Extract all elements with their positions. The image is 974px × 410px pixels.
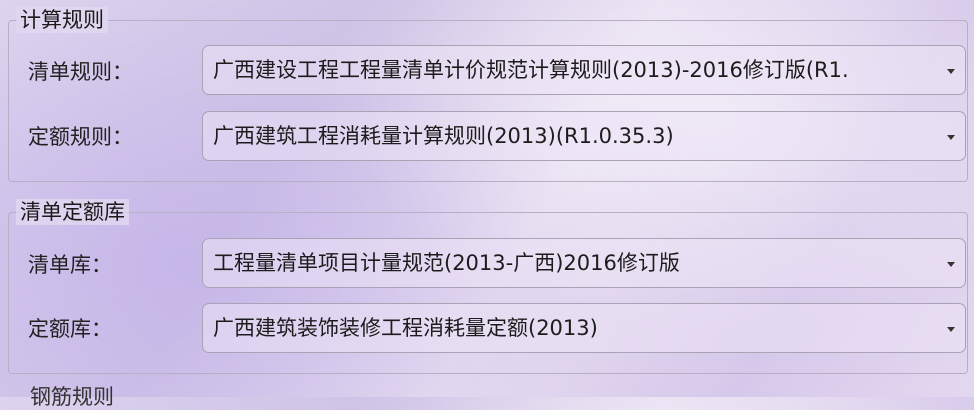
bill-rule-value: 广西建设工程工程量清单计价规范计算规则(2013)-2016修订版(R1. [213, 58, 849, 82]
bill-quota-lib-title: 清单定额库 [16, 199, 129, 225]
bill-rule-label: 清单规则： [28, 60, 133, 84]
quota-lib-value: 广西建筑装饰装修工程消耗量定额(2013) [213, 316, 598, 340]
quota-rule-select[interactable]: 广西建筑工程消耗量计算规则(2013)(R1.0.35.3) [202, 111, 966, 161]
chevron-down-icon[interactable] [947, 262, 955, 267]
chevron-down-icon[interactable] [947, 135, 955, 140]
quota-rule-value: 广西建筑工程消耗量计算规则(2013)(R1.0.35.3) [213, 124, 674, 148]
calc-rules-title: 计算规则 [16, 7, 108, 33]
quota-lib-label: 定额库： [28, 317, 112, 341]
quota-rule-label: 定额规则： [28, 125, 133, 149]
chevron-down-icon[interactable] [947, 327, 955, 332]
bill-lib-label: 清单库： [28, 253, 112, 277]
rebar-rules-title: 钢筋规则 [30, 385, 114, 409]
bill-lib-value: 工程量清单项目计量规范(2013-广西)2016修订版 [213, 251, 680, 275]
bill-rule-select[interactable]: 广西建设工程工程量清单计价规范计算规则(2013)-2016修订版(R1. [202, 45, 966, 95]
chevron-down-icon[interactable] [947, 69, 955, 74]
quota-lib-select[interactable]: 广西建筑装饰装修工程消耗量定额(2013) [202, 303, 966, 353]
bill-lib-select[interactable]: 工程量清单项目计量规范(2013-广西)2016修订版 [202, 238, 966, 288]
